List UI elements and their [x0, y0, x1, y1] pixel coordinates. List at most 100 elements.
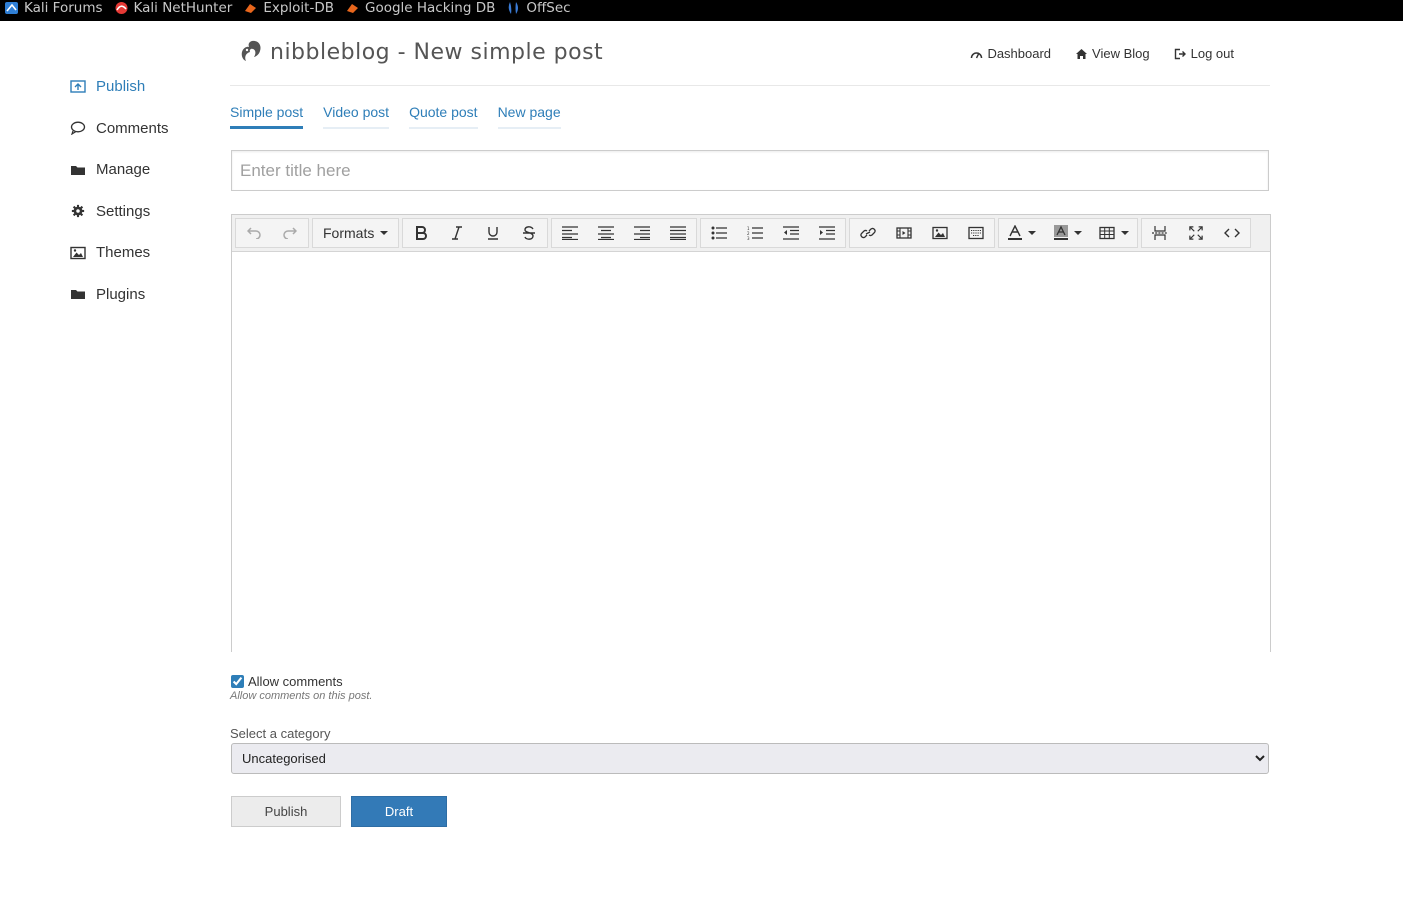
bookmark-offsec[interactable]: OffSec: [506, 0, 571, 16]
table-icon: [1099, 226, 1115, 240]
outdent-icon: [783, 226, 800, 240]
nav-log-out[interactable]: Log out: [1174, 46, 1234, 61]
fullscreen-icon: [1189, 226, 1204, 240]
sidebar-item-label: Manage: [96, 161, 151, 179]
page-break-icon: [1152, 226, 1169, 240]
nav-view-blog[interactable]: View Blog: [1075, 46, 1150, 61]
bookmark-label: Kali NetHunter: [133, 0, 233, 16]
align-right-button[interactable]: [624, 219, 660, 247]
bold-button[interactable]: [403, 219, 439, 247]
indent-button[interactable]: [809, 219, 845, 247]
comment-icon: [70, 121, 86, 136]
table-button[interactable]: [1091, 219, 1137, 247]
outdent-button[interactable]: [773, 219, 809, 247]
page-header: nibbleblog - New simple post Dashboard V…: [230, 30, 1270, 86]
post-title-input[interactable]: [231, 150, 1269, 191]
gear-icon: [70, 204, 86, 218]
formats-dropdown[interactable]: Formats: [313, 219, 398, 247]
chevron-down-icon: [1074, 231, 1083, 235]
logo: nibbleblog - New simple post: [238, 38, 603, 67]
rich-text-editor: Formats 1 2 3: [231, 214, 1271, 652]
page-break-button[interactable]: [1142, 219, 1178, 247]
italic-icon: [452, 226, 463, 240]
sidebar-item-label: Comments: [96, 119, 169, 137]
tab-new-page[interactable]: New page: [497, 104, 561, 129]
sidebar-item-manage[interactable]: Manage: [70, 149, 220, 191]
draft-button[interactable]: Draft: [351, 796, 447, 827]
numbered-list-button[interactable]: 123: [737, 219, 773, 247]
underline-button[interactable]: [475, 219, 511, 247]
align-center-icon: [598, 226, 615, 240]
align-justify-button[interactable]: [660, 219, 696, 247]
ghdb-icon: [345, 1, 360, 15]
svg-text:3: 3: [747, 236, 750, 240]
tab-video-post[interactable]: Video post: [323, 104, 390, 129]
redo-button[interactable]: [272, 219, 308, 247]
charmap-button[interactable]: [958, 219, 994, 247]
sidebar-item-themes[interactable]: Themes: [70, 232, 220, 274]
source-code-button[interactable]: [1214, 219, 1250, 247]
nav-dashboard[interactable]: Dashboard: [970, 46, 1051, 61]
bullet-list-button[interactable]: [701, 219, 737, 247]
chevron-down-icon: [1028, 231, 1037, 235]
nav-label: Dashboard: [987, 46, 1052, 61]
insert-image-button[interactable]: [922, 219, 958, 247]
background-color-button[interactable]: [1045, 219, 1091, 247]
sidebar-item-label: Settings: [96, 202, 151, 220]
image-icon: [70, 246, 86, 260]
bold-icon: [416, 226, 428, 240]
category-select[interactable]: Uncategorised: [231, 743, 1269, 774]
underline-icon: [488, 227, 499, 240]
text-color-icon: [1008, 225, 1023, 240]
undo-icon: [247, 227, 261, 239]
sidebar-item-plugins[interactable]: Plugins: [70, 274, 220, 316]
background-color-icon: [1054, 225, 1069, 240]
exploit-db-icon: [243, 1, 258, 15]
strikethrough-button[interactable]: [511, 219, 547, 247]
text-color-button[interactable]: [999, 219, 1045, 247]
sidebar-item-comments[interactable]: Comments: [70, 108, 220, 150]
sidebar-item-label: Themes: [96, 244, 151, 262]
chevron-down-icon: [380, 231, 389, 235]
tab-quote-post[interactable]: Quote post: [409, 104, 478, 129]
nav-label: Log out: [1190, 46, 1234, 61]
category-label: Select a category: [230, 726, 331, 741]
logout-icon: [1174, 48, 1187, 60]
editor-toolbar: Formats 1 2 3: [232, 215, 1270, 252]
editor-content-area[interactable]: [232, 252, 1270, 652]
post-type-tabs: Simple post Video post Quote post New pa…: [230, 104, 581, 129]
bullet-list-icon: [711, 226, 728, 240]
sidebar-item-settings[interactable]: Settings: [70, 191, 220, 233]
fullscreen-button[interactable]: [1178, 219, 1214, 247]
bookmark-label: Kali Forums: [24, 0, 103, 16]
image-icon: [932, 226, 948, 240]
italic-button[interactable]: [439, 219, 475, 247]
chevron-down-icon: [1121, 231, 1130, 235]
tab-simple-post[interactable]: Simple post: [230, 104, 304, 129]
squirrel-logo-icon: [238, 38, 264, 67]
bookmark-google-hacking-db[interactable]: Google Hacking DB: [345, 0, 495, 16]
dashboard-icon: [970, 48, 983, 60]
insert-media-button[interactable]: [886, 219, 922, 247]
align-right-icon: [634, 226, 651, 240]
bookmark-label: Google Hacking DB: [364, 0, 496, 16]
bookmark-kali-forums[interactable]: Kali Forums: [4, 0, 103, 16]
offsec-icon: [506, 1, 521, 15]
allow-comments-label: Allow comments: [248, 674, 343, 689]
sidebar-item-publish[interactable]: Publish: [70, 66, 220, 108]
bookmark-exploit-db[interactable]: Exploit-DB: [243, 0, 334, 16]
code-icon: [1224, 228, 1241, 238]
allow-comments-row[interactable]: Allow comments: [231, 674, 343, 689]
allow-comments-checkbox[interactable]: [231, 675, 244, 688]
insert-link-button[interactable]: [850, 219, 886, 247]
align-left-button[interactable]: [552, 219, 588, 247]
nav-label: View Blog: [1092, 46, 1150, 61]
undo-button[interactable]: [236, 219, 272, 247]
sidebar-item-label: Publish: [96, 78, 146, 96]
publish-button[interactable]: Publish: [231, 796, 341, 827]
align-left-icon: [562, 226, 579, 240]
bookmark-kali-nethunter[interactable]: Kali NetHunter: [114, 0, 233, 16]
align-center-button[interactable]: [588, 219, 624, 247]
indent-icon: [819, 226, 836, 240]
sidebar: Publish Comments Manage Settings Themes …: [70, 66, 220, 315]
